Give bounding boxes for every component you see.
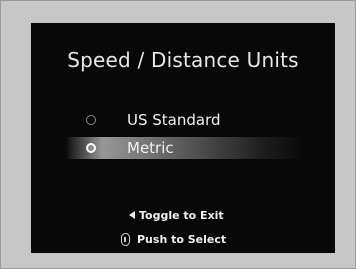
option-label: US Standard (127, 111, 221, 129)
hint-label: Push to Select (137, 233, 227, 246)
option-us-standard[interactable]: US Standard (31, 109, 335, 131)
page-title: Speed / Distance Units (67, 48, 299, 72)
option-metric[interactable]: Metric (31, 137, 335, 159)
radio-unselected-icon (86, 115, 96, 125)
figure-frame: Speed / Distance Units US Standard Metri… (0, 0, 356, 269)
hint-push-select: Push to Select (121, 232, 227, 247)
selection-highlight (67, 137, 303, 159)
triangle-left-icon (129, 211, 135, 219)
knob-icon (121, 232, 130, 246)
display-screen: Speed / Distance Units US Standard Metri… (31, 23, 335, 253)
option-label: Metric (127, 139, 174, 157)
radio-selected-icon (86, 143, 96, 153)
hint-toggle-exit: Toggle to Exit (129, 209, 224, 223)
hint-label: Toggle to Exit (139, 209, 224, 222)
